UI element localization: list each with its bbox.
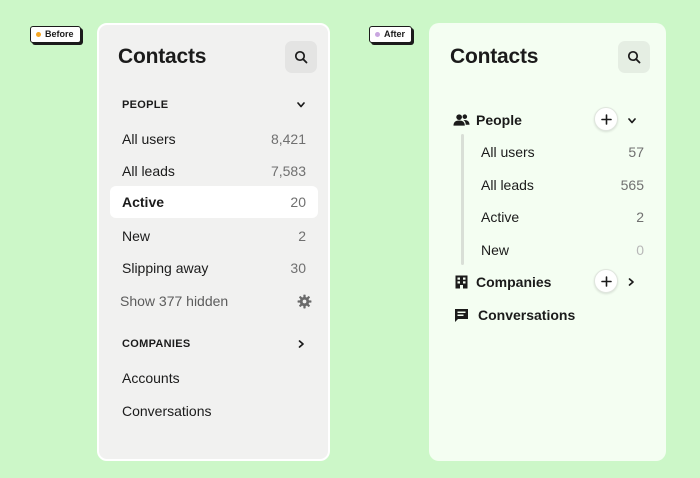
people-icon [453, 114, 470, 126]
list-item-label: New [481, 242, 510, 258]
list-item-label: Accounts [122, 370, 180, 386]
list-item-all-users[interactable]: All users 57 [481, 142, 644, 162]
list-item-active[interactable]: Active 20 [110, 186, 318, 218]
gear-icon[interactable] [297, 294, 312, 309]
people-header-label: PEOPLE [122, 99, 169, 111]
after-tag-label: After [384, 29, 406, 39]
after-panel: Contacts People All users 57 All leads 5… [429, 23, 666, 461]
chevron-down-icon [628, 118, 636, 124]
companies-group-header[interactable]: Companies [455, 272, 551, 292]
page-title: Contacts [118, 45, 207, 68]
list-item-count: 2 [636, 209, 644, 225]
list-item-label: Active [122, 194, 165, 210]
list-item-label: New [122, 228, 151, 244]
before-tag-dot [36, 32, 41, 37]
list-item-label: Conversations [122, 403, 212, 419]
list-item-label: All leads [122, 163, 175, 179]
list-item-slipping-away[interactable]: Slipping away 30 [122, 258, 306, 278]
list-item-label: All users [481, 144, 535, 160]
search-button[interactable] [285, 41, 317, 73]
companies-header-label: COMPANIES [122, 338, 191, 350]
people-group-label: People [476, 112, 522, 128]
list-item-count: 20 [290, 194, 306, 210]
list-item-count: 565 [620, 177, 644, 193]
people-section-header[interactable]: PEOPLE [122, 99, 306, 111]
companies-expand-toggle[interactable] [624, 275, 638, 289]
list-item-label: Slipping away [122, 260, 209, 276]
list-item-accounts[interactable]: Accounts [122, 368, 306, 388]
after-tag-dot [375, 32, 380, 37]
search-button[interactable] [618, 41, 650, 73]
list-item-conversations[interactable]: Conversations [122, 401, 306, 421]
list-item-label: All users [122, 131, 176, 147]
list-item-count: 8,421 [270, 131, 306, 147]
chevron-right-icon [298, 340, 304, 348]
list-item-new[interactable]: New 2 [122, 226, 306, 246]
search-icon [294, 50, 308, 64]
building-icon [455, 275, 468, 289]
list-item-count: 0 [636, 242, 644, 258]
list-item-count: 2 [298, 228, 306, 244]
chevron-down-icon [297, 102, 305, 108]
people-group-header[interactable]: People [453, 110, 522, 130]
page-title: Contacts [450, 45, 539, 68]
before-panel: Contacts PEOPLE All users 8,421 All lead… [97, 23, 330, 461]
before-tag-label: Before [45, 29, 74, 39]
before-tag: Before [30, 26, 81, 43]
list-item-all-leads[interactable]: All leads 7,583 [122, 161, 306, 181]
search-icon [627, 50, 641, 64]
conversations-group-header[interactable]: Conversations [454, 305, 575, 325]
list-item-label: Active [481, 209, 520, 225]
add-companies-button[interactable] [594, 269, 618, 293]
chat-icon [455, 308, 468, 322]
tree-line [461, 134, 464, 265]
companies-section-header[interactable]: COMPANIES [122, 338, 306, 350]
plus-icon [600, 113, 612, 125]
list-item-count: 7,583 [270, 163, 306, 179]
plus-icon [600, 275, 612, 287]
chevron-right-icon [628, 278, 634, 286]
show-hidden-row[interactable]: Show 377 hidden [120, 291, 312, 311]
list-item-all-users[interactable]: All users 8,421 [122, 129, 306, 149]
add-people-button[interactable] [594, 107, 618, 131]
conversations-group-label: Conversations [478, 307, 576, 323]
show-hidden-label: Show 377 hidden [120, 293, 229, 309]
list-item-label: All leads [481, 177, 534, 193]
list-item-count: 30 [290, 260, 306, 276]
after-tag: After [369, 26, 413, 43]
companies-group-label: Companies [476, 274, 552, 290]
people-collapse-toggle[interactable] [625, 114, 639, 128]
list-item-all-leads[interactable]: All leads 565 [481, 175, 644, 195]
list-item-count: 57 [628, 144, 644, 160]
list-item-new[interactable]: New 0 [481, 240, 644, 260]
list-item-active[interactable]: Active 2 [481, 207, 644, 227]
